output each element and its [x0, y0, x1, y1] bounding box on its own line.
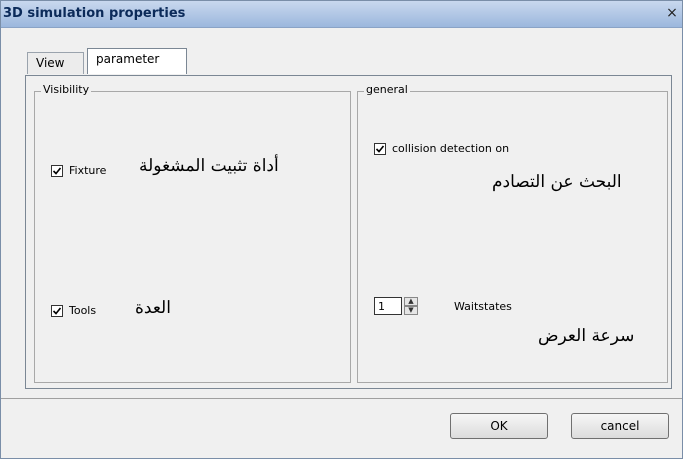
fixture-checkbox[interactable] [51, 164, 63, 177]
waitstates-arabic-label: سرعة العرض [538, 326, 635, 346]
cancel-button[interactable]: cancel [571, 413, 669, 439]
waitstates-spinner[interactable]: ▲ ▼ [374, 297, 418, 315]
fixture-arabic-label: أداة تثبيت المشغولة [139, 156, 279, 176]
tools-arabic-label: العدة [135, 298, 171, 318]
visibility-group: Visibility Fixture أداة تثبيت المشغولة T… [34, 83, 351, 383]
dialog-title: 3D simulation properties [3, 6, 186, 21]
spin-up-icon[interactable]: ▲ [404, 297, 418, 306]
tab-parameter[interactable]: parameter [87, 48, 187, 74]
tools-label: Tools [69, 304, 97, 317]
collision-label: collision detection on [392, 142, 510, 155]
waitstates-input[interactable] [374, 297, 402, 315]
tools-checkbox-row[interactable]: Tools [51, 304, 96, 317]
fixture-checkbox-row[interactable]: Fixture [51, 164, 106, 177]
general-legend: general [364, 83, 410, 96]
tab-view[interactable]: View [27, 52, 84, 74]
parameter-panel: Visibility Fixture أداة تثبيت المشغولة T… [25, 75, 672, 389]
checkmark-icon [375, 144, 385, 153]
waitstates-label: Waitstates [454, 300, 512, 313]
checkmark-icon [52, 166, 62, 175]
collision-checkbox[interactable] [374, 142, 386, 155]
collision-arabic-label: البحث عن التصادم [492, 172, 622, 192]
properties-dialog: 3D simulation properties × View paramete… [0, 0, 683, 459]
checkmark-icon [52, 306, 62, 315]
tools-checkbox[interactable] [51, 304, 63, 317]
tab-bar: View parameter [21, 48, 661, 75]
close-icon[interactable]: × [664, 5, 680, 21]
ok-button[interactable]: OK [450, 413, 548, 439]
title-bar[interactable]: 3D simulation properties × [1, 1, 682, 28]
footer-separator [1, 398, 682, 399]
fixture-label: Fixture [69, 164, 107, 177]
collision-checkbox-row[interactable]: collision detection on [374, 142, 509, 155]
visibility-legend: Visibility [41, 83, 92, 96]
general-group: general collision detection on البحث عن … [357, 83, 668, 383]
spin-down-icon[interactable]: ▼ [404, 306, 418, 315]
